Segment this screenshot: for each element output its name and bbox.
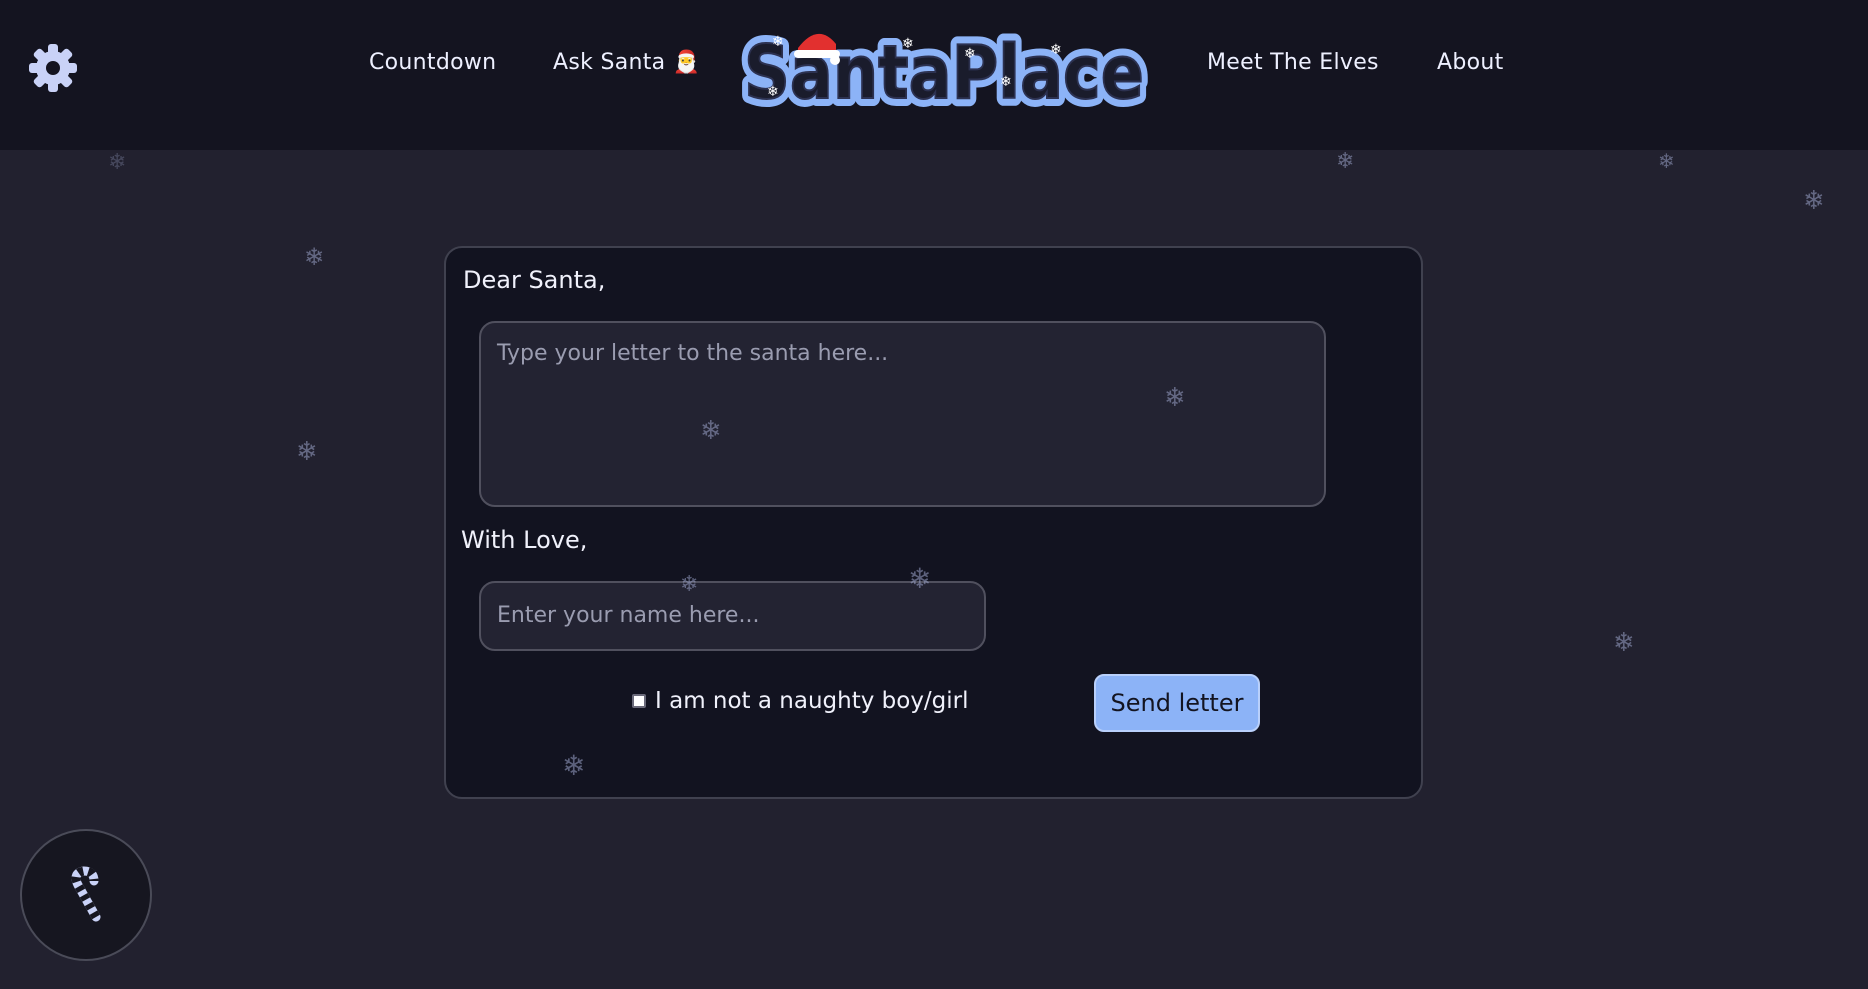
nav-countdown-link[interactable]: Countdown [369, 50, 496, 75]
closing-label: With Love, [461, 526, 588, 554]
settings-gear-icon[interactable] [26, 41, 80, 95]
svg-text:❄: ❄ [772, 34, 784, 50]
snowflake-icon: ❄ [108, 150, 127, 175]
letter-card: Dear Santa, Type your letter to the sant… [444, 246, 1635, 799]
snowflake-icon: ❄ [1613, 628, 1635, 658]
snowflake-icon: ❄ [1658, 149, 1675, 173]
svg-text:❄: ❄ [1050, 42, 1062, 58]
checkbox-label: I am not a naughty boy/girl [655, 688, 969, 714]
snowflake-icon: ❄ [1336, 149, 1355, 174]
svg-text:❄: ❄ [964, 46, 976, 62]
snowflake-icon: ❄ [304, 243, 325, 271]
nav-ask-santa-link[interactable]: Ask Santa 🎅 [553, 50, 700, 75]
svg-text:❄: ❄ [1000, 74, 1012, 90]
nav-about-link[interactable]: About [1437, 50, 1504, 75]
not-naughty-checkbox[interactable] [632, 694, 646, 708]
candy-cane-button[interactable] [20, 829, 152, 961]
snowflake-icon: ❄ [1803, 186, 1825, 216]
svg-text:❄: ❄ [767, 84, 779, 100]
not-naughty-checkbox-row[interactable]: I am not a naughty boy/girl [632, 688, 969, 714]
nav-ask-santa-label: Ask Santa [553, 50, 666, 75]
greeting-label: Dear Santa, [463, 266, 606, 294]
letter-textarea[interactable]: Type your letter to the santa here... [479, 321, 1326, 507]
santaplace-logo[interactable]: SantaPlace SantaPlace ❄ ❄ ❄ ❄ ❄ ❄ [732, 18, 1162, 124]
svg-text:❄: ❄ [902, 36, 914, 52]
send-letter-button[interactable]: Send letter [1094, 674, 1260, 732]
santa-emoji-icon: 🎅 [672, 50, 701, 75]
snowflake-icon: ❄ [296, 437, 318, 467]
top-navigation-bar: Countdown Ask Santa 🎅 SantaPlace SantaPl… [0, 0, 1868, 150]
candy-cane-icon [71, 866, 101, 922]
name-input[interactable]: Enter your name here... [479, 581, 986, 651]
nav-meet-elves-link[interactable]: Meet The Elves [1207, 50, 1379, 75]
